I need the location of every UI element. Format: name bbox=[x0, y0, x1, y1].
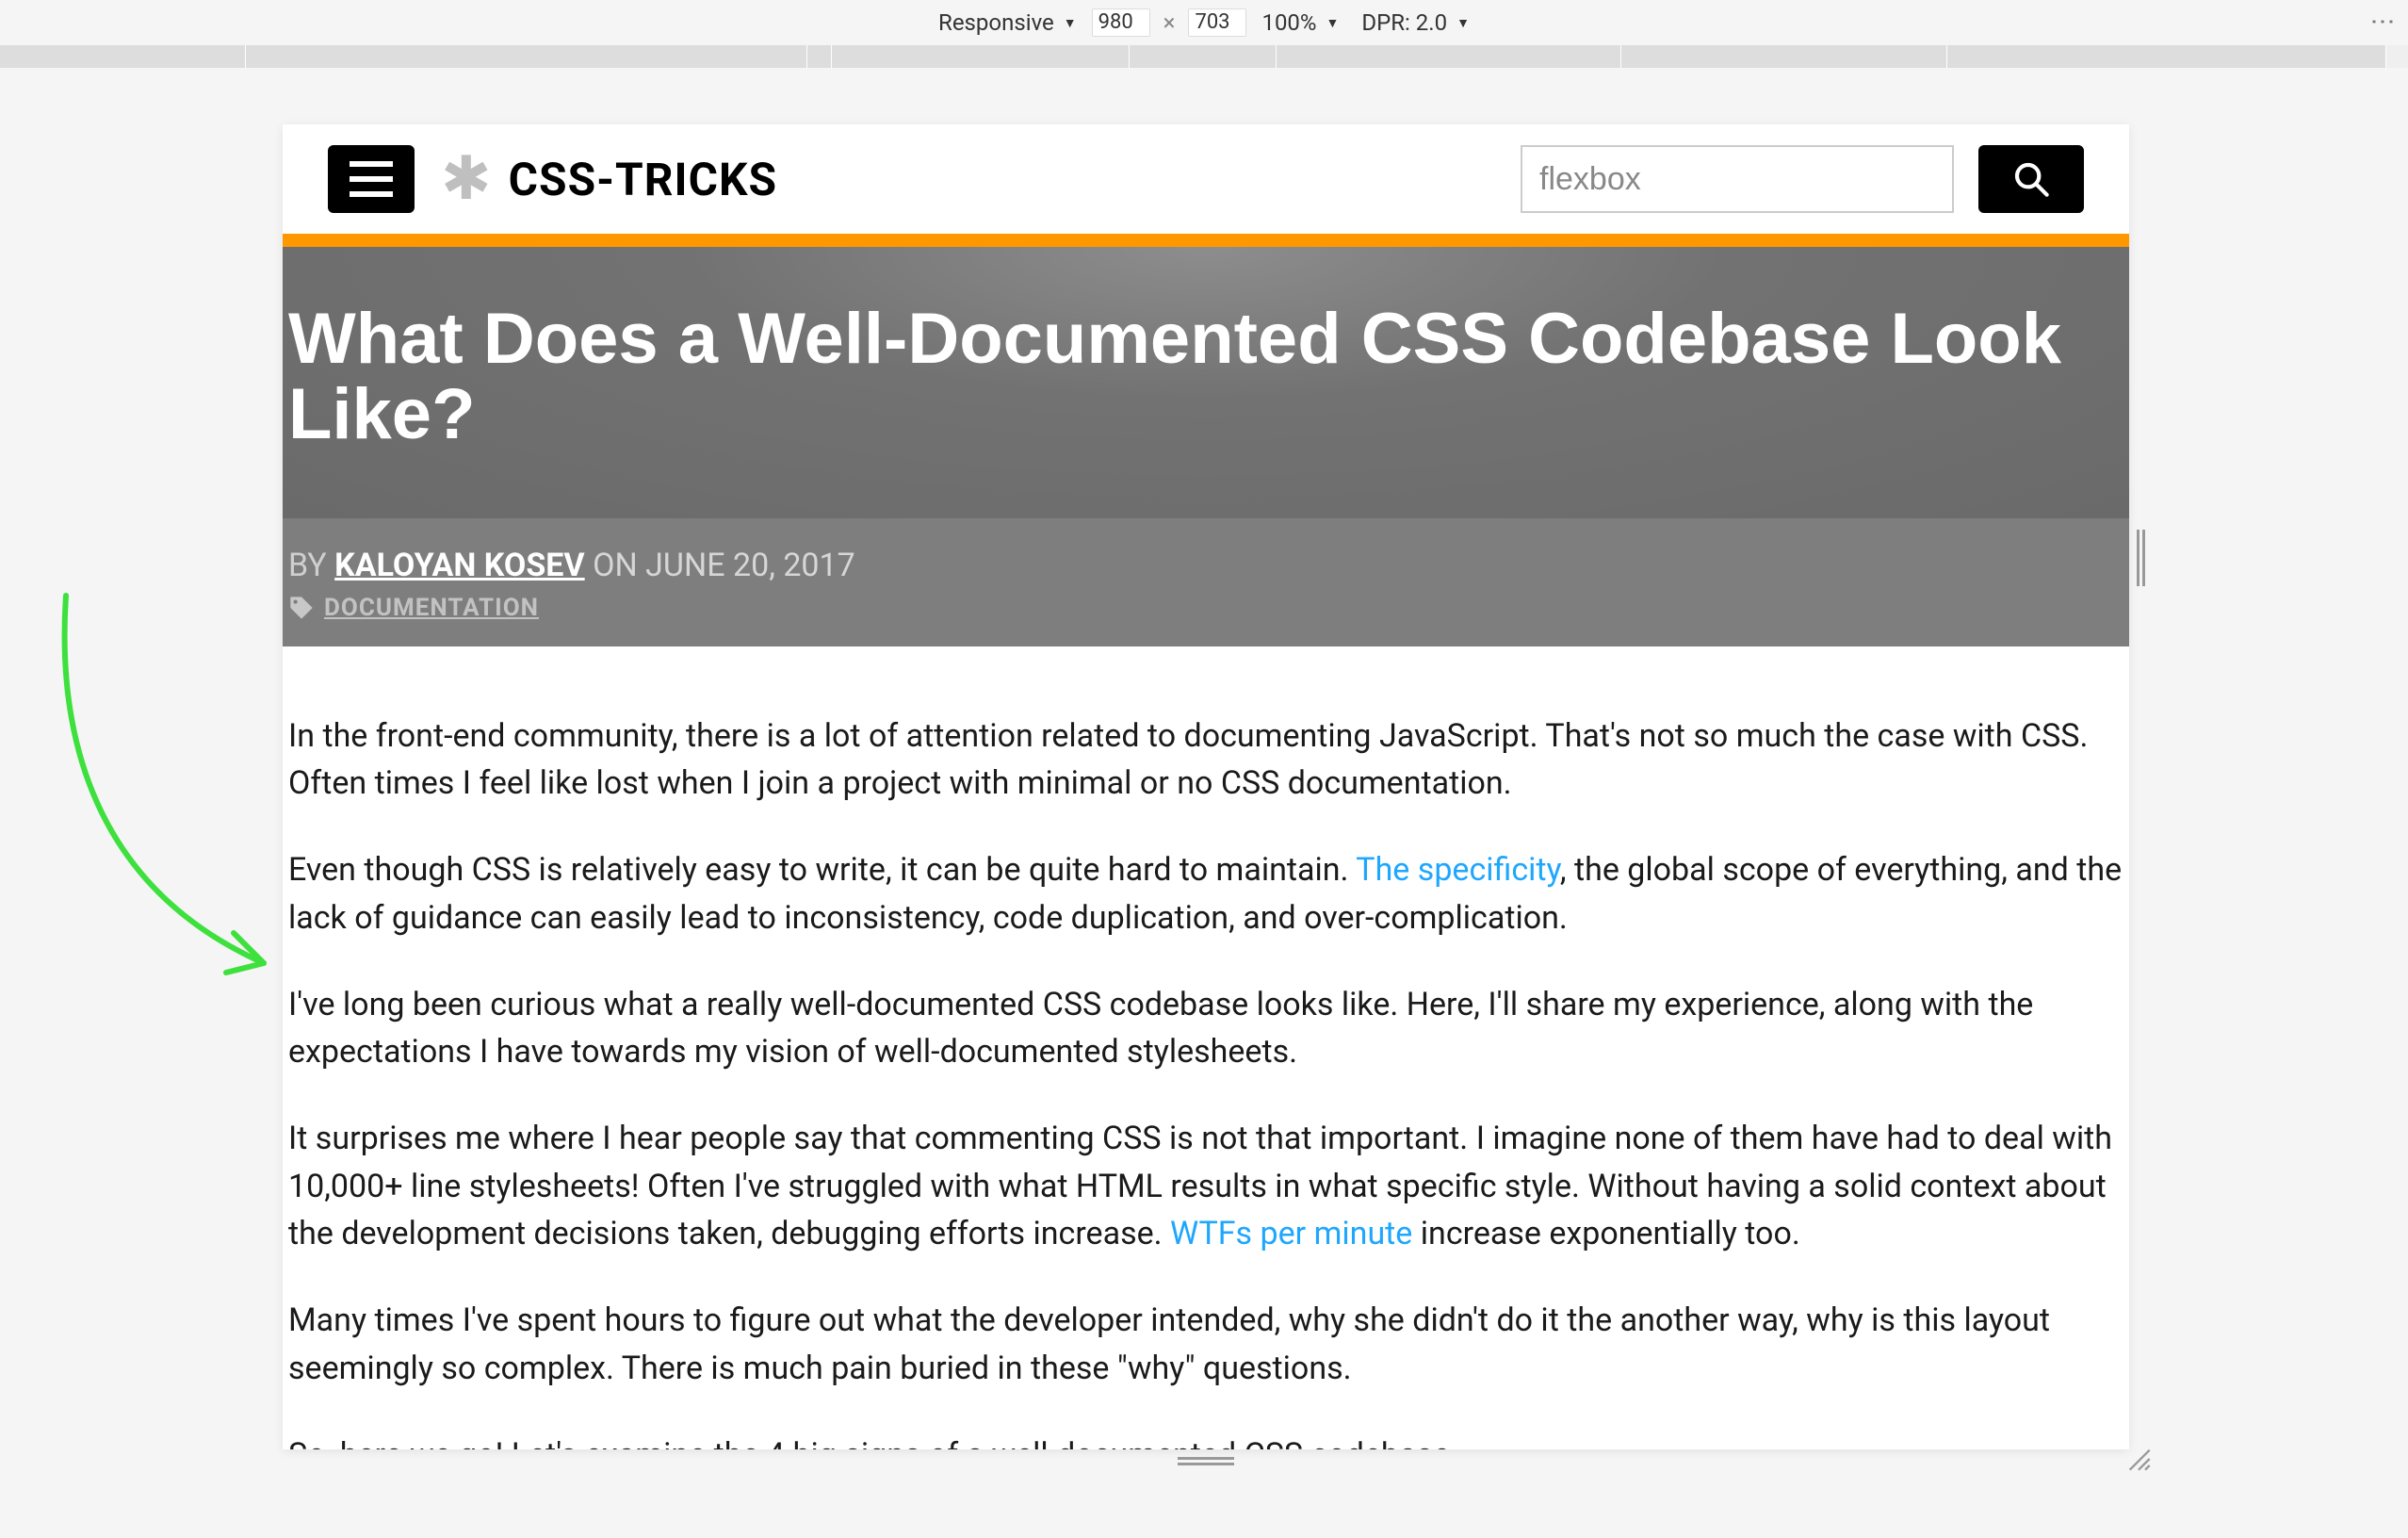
paragraph: It surprises me where I hear people say … bbox=[288, 1115, 2123, 1257]
article-meta: BY KALOYAN KOSEV ON JUNE 20, 2017 DOCUME… bbox=[283, 518, 2129, 646]
asterisk-icon: ✱ bbox=[441, 149, 492, 209]
meta-on-label: ON JUNE 20, 2017 bbox=[593, 547, 855, 584]
annotation-arrow bbox=[38, 586, 301, 1029]
paragraph: So, here we go! Let's examine the 4 big … bbox=[288, 1432, 2123, 1449]
viewport-area: ✱ CSS-TRICKS What Does a Well-Documented… bbox=[0, 68, 2408, 1538]
viewport-width-input[interactable]: 980 bbox=[1092, 8, 1150, 37]
resize-handle-bottom[interactable] bbox=[1178, 1457, 1234, 1466]
paragraph: Even though CSS is relatively easy to wr… bbox=[288, 846, 2123, 941]
author-link[interactable]: KALOYAN KOSEV bbox=[334, 547, 584, 584]
paragraph: Many times I've spent hours to figure ou… bbox=[288, 1297, 2123, 1392]
dpr-dropdown[interactable]: DPR: 2.0 bbox=[1354, 8, 1477, 38]
device-mode-dropdown[interactable]: Responsive bbox=[931, 8, 1084, 38]
search-button[interactable] bbox=[1978, 145, 2084, 213]
devtools-toolbar: Responsive 980 × 703 100% DPR: 2.0 ⋮ bbox=[0, 0, 2408, 45]
menu-button[interactable] bbox=[328, 145, 415, 213]
accent-bar bbox=[283, 234, 2129, 247]
hero: What Does a Well-Documented CSS Codebase… bbox=[283, 247, 2129, 518]
search-icon bbox=[2012, 160, 2050, 198]
viewport-height-input[interactable]: 703 bbox=[1188, 8, 1246, 37]
tag-link[interactable]: DOCUMENTATION bbox=[324, 594, 539, 622]
search-input[interactable] bbox=[1521, 145, 1954, 213]
wtfs-link[interactable]: WTFs per minute bbox=[1170, 1215, 1412, 1252]
logo-text: CSS-TRICKS bbox=[509, 153, 777, 206]
paragraph: I've long been curious what a really wel… bbox=[288, 981, 2123, 1076]
article-body: In the front-end community, there is a l… bbox=[283, 646, 2129, 1449]
ruler bbox=[0, 45, 2408, 68]
resize-handle-corner[interactable] bbox=[2125, 1446, 2152, 1472]
article-title: What Does a Well-Documented CSS Codebase… bbox=[283, 302, 2129, 452]
tag-icon bbox=[288, 595, 315, 621]
dimension-separator: × bbox=[1158, 9, 1181, 36]
simulated-page: ✱ CSS-TRICKS What Does a Well-Documented… bbox=[283, 124, 2129, 1449]
site-header: ✱ CSS-TRICKS bbox=[283, 124, 2129, 234]
search-form bbox=[1521, 145, 2084, 213]
paragraph: In the front-end community, there is a l… bbox=[288, 712, 2123, 808]
resize-handle-right[interactable] bbox=[2137, 530, 2146, 586]
meta-by-label: BY bbox=[288, 547, 327, 584]
site-logo[interactable]: ✱ CSS-TRICKS bbox=[441, 149, 777, 209]
zoom-dropdown[interactable]: 100% bbox=[1254, 8, 1346, 38]
specificity-link[interactable]: The specificity bbox=[1356, 851, 1560, 889]
more-options-icon[interactable]: ⋮ bbox=[2370, 9, 2395, 36]
